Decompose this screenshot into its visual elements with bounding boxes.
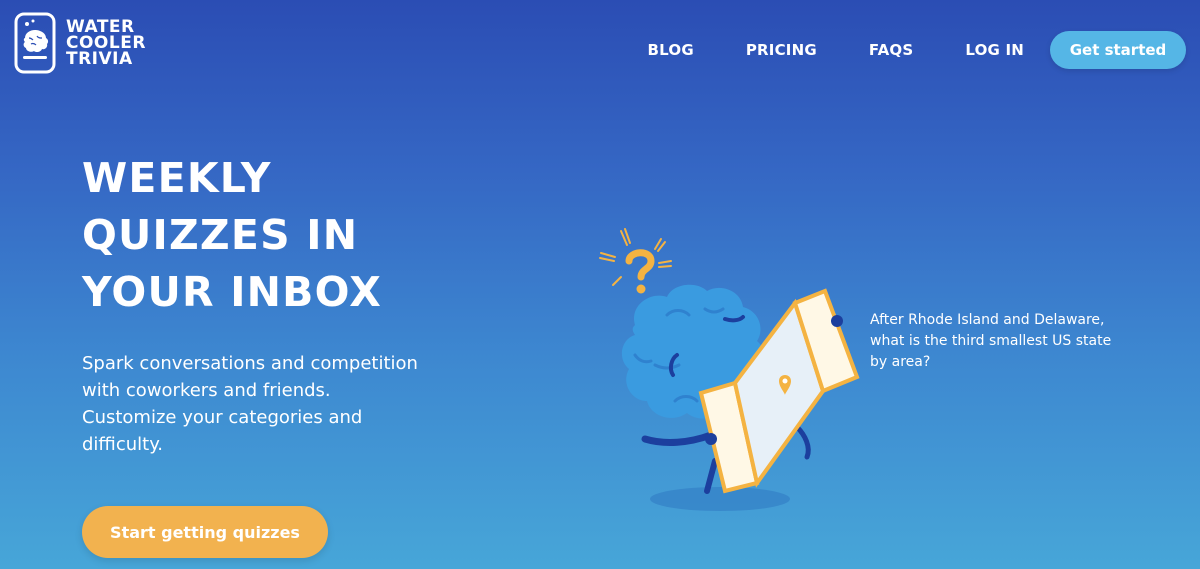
hero-subtitle-line-4: difficulty. xyxy=(82,434,163,455)
nav-link-faqs[interactable]: FAQS xyxy=(869,41,914,59)
hero-title: WEEKLY QUIZZES IN YOUR INBOX xyxy=(82,150,382,321)
logo[interactable]: WATER COOLER TRIVIA xyxy=(14,12,146,74)
trivia-question-line-1: After Rhode Island and Delaware, xyxy=(870,312,1105,328)
trivia-question: After Rhode Island and Delaware, what is… xyxy=(870,310,1140,373)
hero-subtitle-line-1: Spark conversations and competition xyxy=(82,353,418,374)
hero-subtitle: Spark conversations and competition with… xyxy=(82,350,442,458)
water-cooler-brain-icon xyxy=(14,12,56,74)
hero-subtitle-line-2: with coworkers and friends. xyxy=(82,380,331,401)
get-started-button[interactable]: Get started xyxy=(1050,31,1186,69)
trivia-question-line-2: what is the third smallest US state xyxy=(870,333,1112,349)
start-getting-quizzes-button[interactable]: Start getting quizzes xyxy=(82,506,328,558)
main-nav: BLOG PRICING FAQS LOG IN Get started xyxy=(648,31,1186,69)
nav-link-blog[interactable]: BLOG xyxy=(648,41,694,59)
nav-link-pricing[interactable]: PRICING xyxy=(746,41,817,59)
nav-link-login[interactable]: LOG IN xyxy=(965,41,1024,59)
hero-subtitle-line-3: Customize your categories and xyxy=(82,407,363,428)
trivia-question-line-3: by area? xyxy=(870,354,931,370)
brain-mascot-with-map-icon xyxy=(599,228,860,511)
hero-title-line-3: YOUR INBOX xyxy=(82,268,383,316)
hero-title-line-1: WEEKLY xyxy=(82,154,272,202)
logo-text: WATER COOLER TRIVIA xyxy=(66,19,146,69)
hero-title-line-2: QUIZZES IN xyxy=(82,211,359,259)
logo-line-3: TRIVIA xyxy=(66,49,133,69)
